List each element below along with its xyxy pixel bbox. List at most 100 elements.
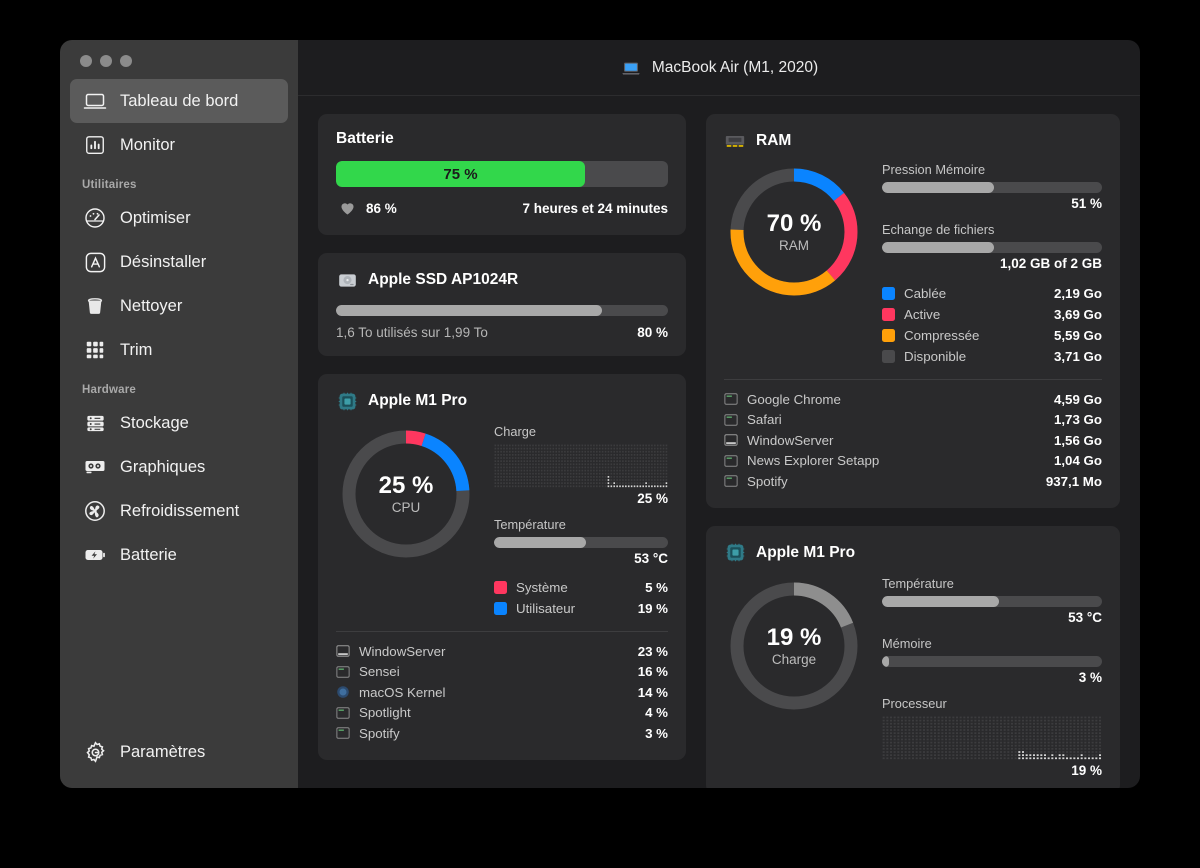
gpu-card: Apple M1 Pro 19 % Charge Température 53 … bbox=[706, 525, 1120, 788]
process-value: 14 % bbox=[637, 684, 668, 700]
sidebar-item-batterie[interactable]: Batterie bbox=[70, 533, 288, 577]
gpu-body: 19 % Charge Température 53 °C Mémoire 3 … bbox=[724, 576, 1102, 778]
ram-legend: Cablée 2,19 Go Active 3,69 Go Compressée 5,59… bbox=[882, 283, 1102, 367]
sidebar-item-trim[interactable]: Trim bbox=[70, 328, 288, 372]
sidebar-item-nettoyer[interactable]: Nettoyer bbox=[70, 284, 288, 328]
close-button[interactable] bbox=[80, 55, 92, 67]
process-row[interactable]: Sensei 16 % bbox=[336, 662, 668, 683]
legend-label: Disponible bbox=[904, 349, 967, 364]
legend-label: Utilisateur bbox=[516, 601, 576, 616]
gpu-mem-block: Mémoire 3 % bbox=[882, 636, 1102, 685]
zoom-button[interactable] bbox=[120, 55, 132, 67]
ram-donut-center: 70 % RAM bbox=[767, 210, 822, 253]
legend-value: 3,71 Go bbox=[1053, 349, 1102, 364]
sidebar-item-graphiques[interactable]: Graphiques bbox=[70, 445, 288, 489]
cpu-chip-icon bbox=[336, 390, 358, 412]
process-row[interactable]: Google Chrome 4,59 Go bbox=[724, 389, 1102, 410]
legend-swatch bbox=[882, 287, 895, 300]
process-name: Spotify bbox=[747, 473, 788, 489]
battery-level-bar: 75 % bbox=[336, 161, 668, 187]
process-row[interactable]: WindowServer 1,56 Go bbox=[724, 430, 1102, 451]
app-icon bbox=[724, 392, 738, 406]
process-name: Google Chrome bbox=[747, 391, 841, 407]
ram-pressure-fill bbox=[882, 182, 995, 193]
cpu-donut-chart: 25 % CPU bbox=[336, 424, 476, 564]
dashboard-content: Batterie 75 % 86 % 7 heures et 24 minute… bbox=[298, 96, 1140, 788]
disk-card-title-label: Apple SSD AP1024R bbox=[368, 271, 519, 288]
cpu-legend: Système 5 % Utilisateur 19 % bbox=[494, 577, 668, 619]
traffic-lights bbox=[70, 40, 288, 79]
ram-card: RAM 70 % RAM Pression Mémoire 51 % Echan… bbox=[706, 114, 1120, 508]
gpu-stats: Température 53 °C Mémoire 3 % Processeur bbox=[882, 576, 1102, 778]
legend-swatch bbox=[494, 602, 507, 615]
gpu-proc-label: Processeur bbox=[882, 695, 947, 711]
gpu-temp-bar bbox=[882, 595, 1102, 607]
sidebar-item-tableau-de-bord[interactable]: Tableau de bord bbox=[70, 79, 288, 123]
cpu-stats: Charge 25 % Température 53 °C Système 5 … bbox=[494, 424, 668, 619]
sidebar-item-label: Désinstaller bbox=[120, 252, 207, 271]
main-area: MacBook Air (M1, 2020) Batterie 75 % 86 … bbox=[298, 40, 1140, 788]
laptop-icon bbox=[82, 88, 108, 114]
sidebar-item-monitor[interactable]: Monitor bbox=[70, 123, 288, 167]
cpu-temp-fill bbox=[494, 537, 587, 548]
legend-item: Compressée 5,59 Go bbox=[882, 325, 1102, 346]
legend-swatch bbox=[882, 329, 895, 342]
cpu-load-block: Charge 25 % bbox=[494, 424, 668, 506]
legend-value: 2,19 Go bbox=[1053, 286, 1102, 301]
process-row[interactable]: News Explorer Setapp 1,04 Go bbox=[724, 451, 1102, 472]
process-row[interactable]: Spotlight 4 % bbox=[336, 703, 668, 724]
ram-donut-sublabel: RAM bbox=[778, 238, 809, 254]
process-value: 1,56 Go bbox=[1053, 432, 1102, 448]
kernel-icon bbox=[336, 685, 350, 699]
gpu-temp-value: 53 °C bbox=[1068, 609, 1102, 625]
appstore-icon bbox=[82, 249, 108, 275]
sidebar-item-desinstaller[interactable]: Désinstaller bbox=[70, 240, 288, 284]
sidebar-item-label: Graphiques bbox=[120, 457, 206, 476]
gpu-donut-center: 19 % Charge bbox=[767, 624, 822, 667]
gpu-mem-bar bbox=[882, 655, 1102, 667]
sidebar-item-parametres[interactable]: Paramètres bbox=[70, 730, 288, 774]
cpu-temp-bar bbox=[494, 537, 668, 548]
cpu-temp-block: Température 53 °C bbox=[494, 517, 668, 566]
sidebar-item-label: Paramètres bbox=[120, 742, 206, 761]
ram-donut-chart: 70 % RAM bbox=[724, 162, 864, 302]
process-value: 16 % bbox=[637, 664, 668, 680]
legend-item: Disponible 3,71 Go bbox=[882, 346, 1102, 367]
gpu-card-title: Apple M1 Pro bbox=[724, 542, 1102, 564]
process-row[interactable]: macOS Kernel 14 % bbox=[336, 682, 668, 703]
sidebar-item-stockage[interactable]: Stockage bbox=[70, 401, 288, 445]
gpu-mem-fill bbox=[882, 655, 889, 667]
divider bbox=[724, 379, 1102, 380]
process-value: 937,1 Mo bbox=[1045, 473, 1102, 489]
legend-value: 5,59 Go bbox=[1053, 328, 1102, 343]
cpu-load-value: 25 % bbox=[637, 491, 668, 506]
drive-stack-icon bbox=[82, 410, 108, 436]
legend-label: Active bbox=[904, 307, 941, 322]
page-title: MacBook Air (M1, 2020) bbox=[651, 58, 819, 76]
process-row[interactable]: Spotify 937,1 Mo bbox=[724, 471, 1102, 492]
sidebar-item-optimiser[interactable]: Optimiser bbox=[70, 196, 288, 240]
cpu-card-title-label: Apple M1 Pro bbox=[368, 392, 468, 409]
minimize-button[interactable] bbox=[100, 55, 112, 67]
gpu-card-icon bbox=[82, 454, 108, 480]
legend-item: Cablée 2,19 Go bbox=[882, 283, 1102, 304]
process-row[interactable]: Safari 1,73 Go bbox=[724, 410, 1102, 431]
ram-swap-label: Echange de fichiers bbox=[882, 222, 995, 237]
heart-icon bbox=[336, 197, 358, 219]
process-row[interactable]: WindowServer 23 % bbox=[336, 641, 668, 662]
legend-swatch bbox=[882, 308, 895, 321]
ram-swap-value: 1,02 GB of 2 GB bbox=[999, 256, 1102, 271]
app-icon bbox=[724, 454, 738, 468]
sidebar-item-label: Trim bbox=[120, 340, 153, 359]
process-name: macOS Kernel bbox=[359, 684, 446, 700]
battery-card: Batterie 75 % 86 % 7 heures et 24 minute… bbox=[318, 114, 686, 235]
sidebar-item-refroidissement[interactable]: Refroidissement bbox=[70, 489, 288, 533]
ram-swap-block: Echange de fichiers 1,02 GB of 2 GB bbox=[882, 222, 1102, 271]
sidebar-item-label: Monitor bbox=[120, 135, 176, 154]
gpu-temp-block: Température 53 °C bbox=[882, 576, 1102, 625]
gpu-mem-label: Mémoire bbox=[882, 635, 932, 651]
process-value: 3 % bbox=[645, 725, 668, 741]
cpu-donut-center: 25 % CPU bbox=[379, 472, 434, 515]
process-row[interactable]: Spotify 3 % bbox=[336, 723, 668, 744]
fan-icon bbox=[82, 498, 108, 524]
